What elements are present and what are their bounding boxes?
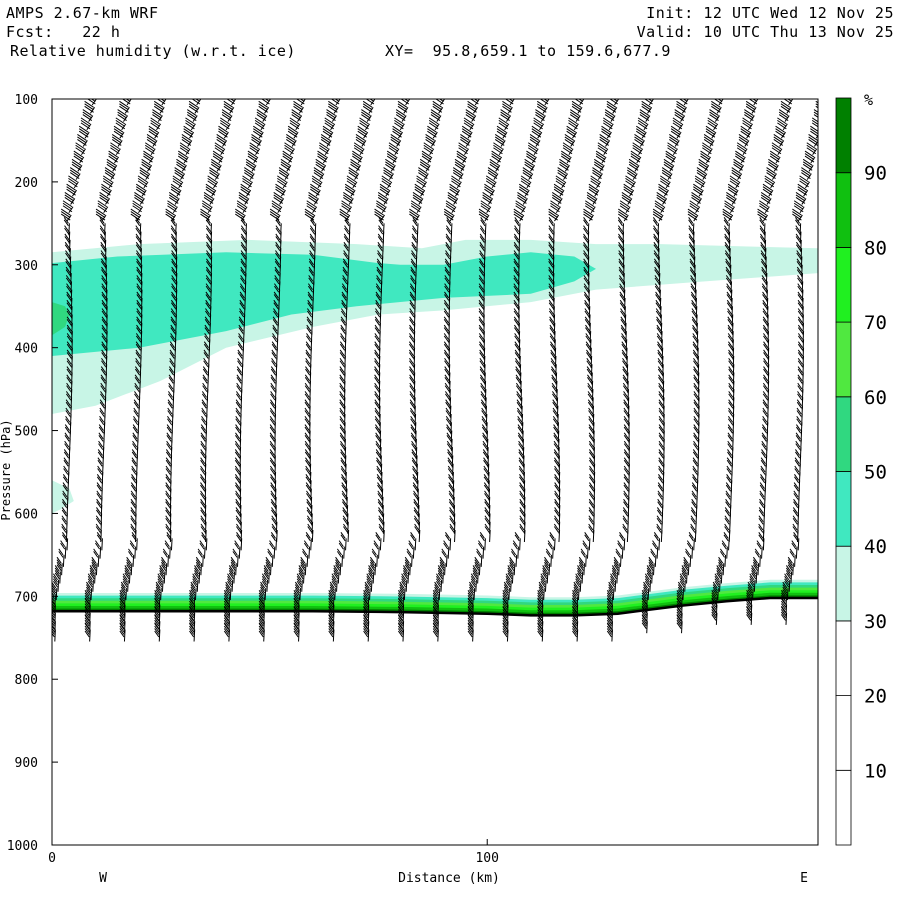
colorbar-tick-label: 80 (864, 237, 887, 259)
y-axis-label: Pressure (hPa) (0, 419, 13, 520)
colorbar-tick-label: 70 (864, 312, 887, 334)
x-tick-label: 0 (48, 851, 56, 866)
colorbar-swatch (835, 246, 852, 323)
colorbar-unit: % (864, 91, 873, 109)
y-tick-label: 100 (15, 93, 38, 108)
colorbar-swatch (835, 396, 852, 472)
colorbar-tick-label: 90 (864, 163, 887, 185)
colorbar-swatch (835, 695, 852, 771)
colorbar-tick-label: 20 (864, 686, 887, 708)
colorbar: 10 20 30 40 50 60 70 80 90 (835, 97, 887, 846)
wind-barb (818, 93, 828, 105)
colorbar-tick-label: 40 (864, 536, 887, 558)
colorbar-swatch (835, 620, 852, 697)
y-tick-label: 300 (15, 259, 38, 274)
colorbar-tick-label: 60 (864, 387, 887, 409)
colorbar-swatch (835, 172, 852, 248)
x-tick-label: 100 (475, 851, 498, 866)
west-label: W (99, 871, 107, 886)
y-axis: 100 200 300 400 500 600 700 800 900 1000 (7, 93, 58, 854)
colorbar-swatch (835, 471, 852, 547)
y-tick-label: 600 (15, 507, 38, 522)
y-tick-label: 900 (15, 756, 38, 771)
colorbar-swatch (835, 97, 852, 174)
y-tick-label: 800 (15, 673, 38, 688)
colorbar-tick-label: 50 (864, 462, 887, 484)
cross-section-chart: 100 200 300 400 500 600 700 800 900 1000 0 100 W E… (0, 91, 887, 886)
colorbar-swatch (835, 769, 852, 846)
colorbar-swatch (835, 321, 852, 398)
y-tick-label: 1000 (7, 839, 38, 854)
y-tick-label: 200 (15, 176, 38, 191)
plot-area (52, 99, 818, 845)
east-label: E (800, 871, 808, 886)
colorbar-swatch (835, 545, 852, 622)
y-tick-label: 700 (15, 590, 38, 605)
x-axis-label: Distance (km) (398, 871, 500, 886)
colorbar-tick-label: 30 (864, 611, 887, 633)
colorbar-tick-label: 10 (864, 760, 887, 782)
y-tick-label: 400 (15, 342, 38, 357)
y-tick-label: 500 (15, 425, 38, 440)
